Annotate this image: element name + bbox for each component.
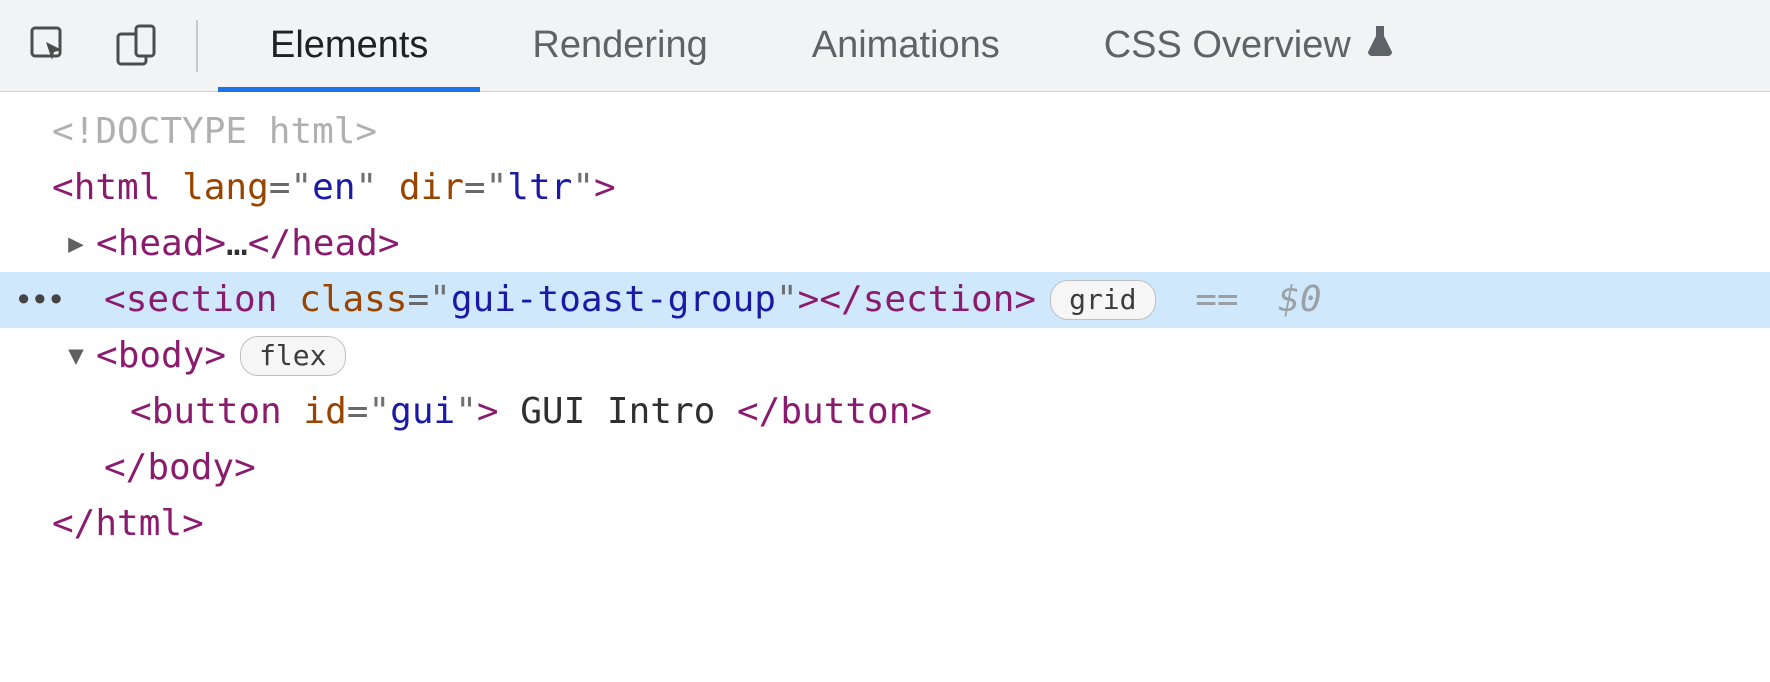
tab-label: Animations [812, 24, 1000, 67]
layout-badge[interactable]: grid [1050, 280, 1155, 320]
attr-name: id [303, 384, 346, 440]
toolbar-icon-group [26, 20, 198, 72]
tab-rendering[interactable]: Rendering [480, 0, 759, 91]
attr-value: gui-toast-group [451, 272, 776, 328]
tag-name: head [118, 216, 205, 272]
tab-label: Rendering [532, 24, 707, 67]
doctype-text: <!DOCTYPE html> [52, 104, 377, 160]
tag-name: button [152, 384, 282, 440]
attr-name: lang [182, 160, 269, 216]
tab-css-overview[interactable]: CSS Overview [1052, 0, 1447, 91]
overflow-menu-icon[interactable]: ••• [14, 272, 63, 328]
dom-node-body-close[interactable]: </body> [0, 440, 1770, 496]
inspect-element-icon[interactable] [26, 22, 74, 70]
ellipsis: … [226, 216, 248, 272]
collapse-arrow-icon[interactable]: ▼ [64, 328, 88, 384]
attr-value: ltr [507, 160, 572, 216]
devtools-toolbar: Elements Rendering Animations CSS Overvi… [0, 0, 1770, 92]
tag-name: html [74, 160, 161, 216]
tab-label: Elements [270, 24, 428, 67]
layout-badge[interactable]: flex [240, 336, 345, 376]
text-node: GUI Intro [499, 384, 737, 440]
tab-label: CSS Overview [1104, 24, 1351, 67]
tag-name: body [147, 440, 234, 496]
dom-node-head[interactable]: ▶<head>…</head> [0, 216, 1770, 272]
tab-elements[interactable]: Elements [218, 0, 480, 91]
attr-name: class [299, 272, 407, 328]
devtools-tabs: Elements Rendering Animations CSS Overvi… [218, 0, 1447, 91]
dom-node-body-open[interactable]: ▼<body>flex [0, 328, 1770, 384]
attr-value: en [312, 160, 355, 216]
tag-name: body [118, 328, 205, 384]
expand-arrow-icon[interactable]: ▶ [64, 216, 88, 272]
tag-name: section [126, 272, 278, 328]
console-ref: == [1174, 272, 1261, 328]
device-toggle-icon[interactable] [112, 22, 160, 70]
dom-node-section-selected[interactable]: ••• <section class="gui-toast-group"></s… [0, 272, 1770, 328]
console-ref-var: $0 [1278, 272, 1321, 328]
elements-tree: <!DOCTYPE html> <html lang="en" dir="ltr… [0, 92, 1770, 552]
dom-node-html-open[interactable]: <html lang="en" dir="ltr"> [0, 160, 1770, 216]
flask-icon [1365, 24, 1395, 68]
dom-node-doctype[interactable]: <!DOCTYPE html> [0, 104, 1770, 160]
dom-node-html-close[interactable]: </html> [0, 496, 1770, 552]
dom-node-button[interactable]: <button id="gui"> GUI Intro </button> [0, 384, 1770, 440]
attr-name: dir [399, 160, 464, 216]
tab-animations[interactable]: Animations [760, 0, 1052, 91]
attr-value: gui [390, 384, 455, 440]
tag-name: html [95, 496, 182, 552]
